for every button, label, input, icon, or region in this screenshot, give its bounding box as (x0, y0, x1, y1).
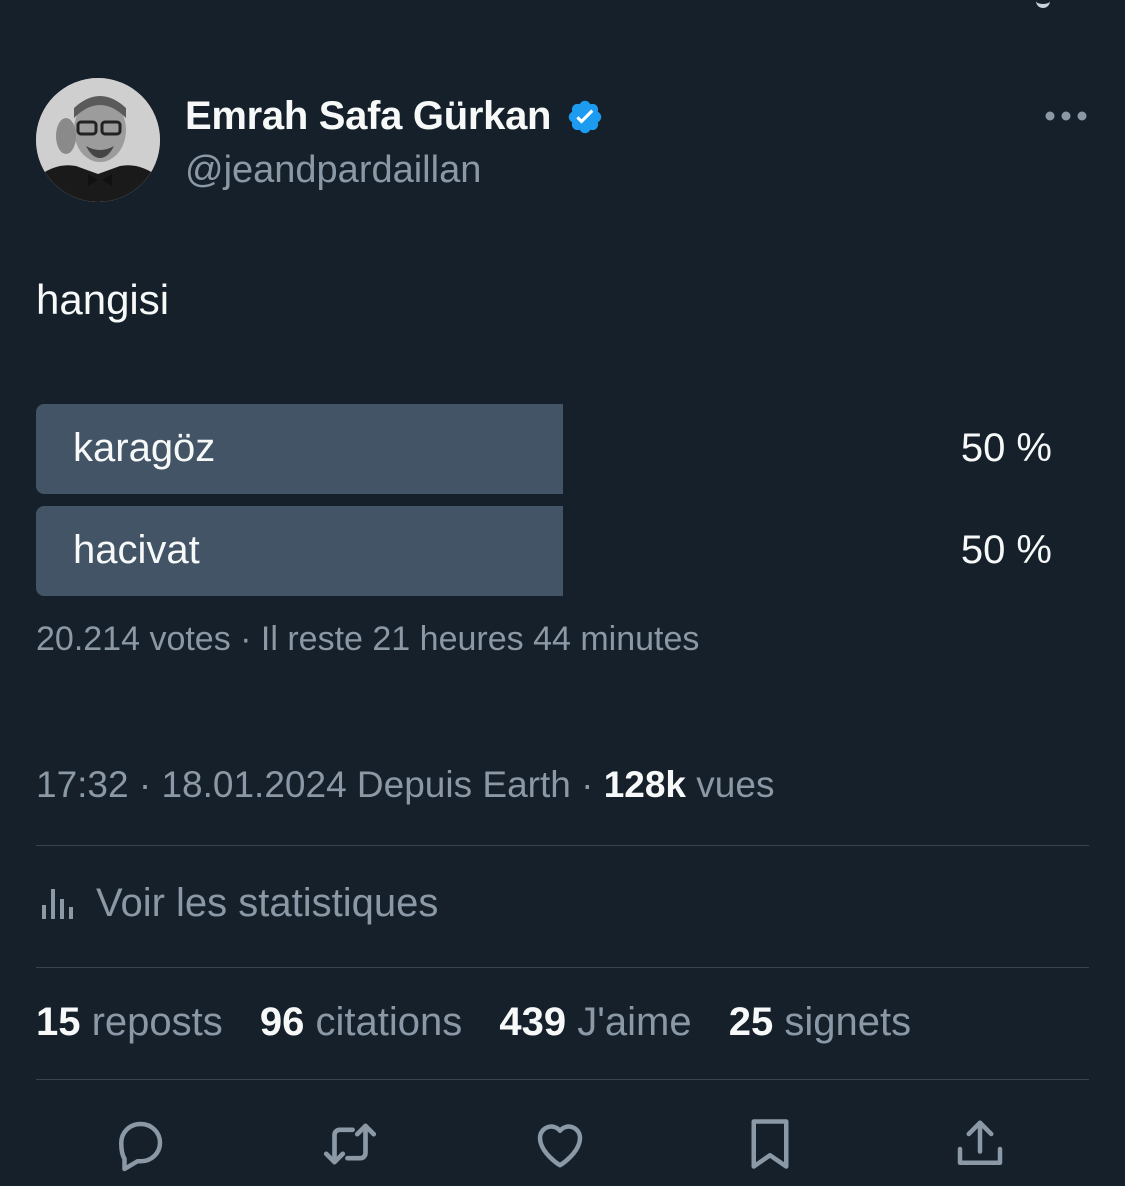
poll-option: hacivat 50 % (36, 506, 1089, 596)
view-stats-label: Voir les statistiques (96, 880, 439, 925)
like-icon[interactable] (528, 1112, 592, 1176)
poll-option-label: hacivat (73, 528, 200, 572)
poll-option-label: karagöz (73, 426, 216, 470)
analytics-icon (42, 889, 73, 919)
count-label: citations (304, 1000, 463, 1044)
top-edge-icon-fragment (1036, 0, 1050, 8)
views-label: vues (686, 764, 775, 805)
tweet-header: Emrah Safa Gürkan @jeandpardaillan (36, 78, 1089, 203)
reposts-count[interactable]: 15 reposts (36, 1000, 223, 1044)
tweet-text: hangisi (36, 276, 170, 323)
bookmark-icon[interactable] (738, 1112, 802, 1176)
count-number: 25 (728, 1000, 774, 1044)
views-count: 128k (603, 764, 687, 805)
avatar-photo (36, 78, 160, 202)
author-handle[interactable]: @jeandpardaillan (185, 149, 604, 192)
count-number: 439 (499, 1000, 567, 1044)
view-stats-link[interactable]: Voir les statistiques (40, 878, 438, 928)
poll-meta: 20.214 votes · Il reste 21 heures 44 min… (36, 620, 700, 658)
avatar[interactable] (36, 78, 160, 202)
count-label: reposts (80, 1000, 223, 1044)
bookmarks-count[interactable]: 25 signets (729, 1000, 911, 1044)
count-number: 96 (259, 1000, 305, 1044)
count-label: J'aime (566, 1000, 692, 1044)
poll: karagöz 50 % hacivat 50 % (36, 404, 1089, 608)
count-number: 15 (36, 1000, 81, 1044)
poll-option-percent: 50 % (960, 426, 1052, 470)
reply-icon[interactable] (108, 1112, 172, 1176)
divider (36, 967, 1089, 968)
action-bar (0, 1112, 1125, 1176)
more-options-icon[interactable] (1043, 106, 1089, 126)
share-icon[interactable] (948, 1112, 1012, 1176)
likes-count[interactable]: 439 J'aime (499, 1000, 691, 1044)
author-display-name[interactable]: Emrah Safa Gürkan (185, 94, 551, 139)
verified-badge-icon (566, 98, 604, 136)
quotes-count[interactable]: 96 citations (260, 1000, 462, 1044)
engagement-counts: 15 reposts 96 citations 439 J'aime 25 si… (36, 1000, 937, 1045)
poll-option-percent: 50 % (960, 528, 1052, 572)
tweet-timestamp: 17:32 · 18.01.2024 Depuis Earth · 128k v… (36, 764, 774, 806)
count-label: signets (773, 1000, 912, 1044)
author-block[interactable]: Emrah Safa Gürkan @jeandpardaillan (185, 94, 604, 192)
retweet-icon[interactable] (318, 1112, 382, 1176)
divider (36, 845, 1089, 846)
timestamp-text[interactable]: 17:32 · 18.01.2024 Depuis Earth · (36, 764, 604, 805)
poll-option: karagöz 50 % (36, 404, 1089, 494)
divider (36, 1079, 1089, 1080)
